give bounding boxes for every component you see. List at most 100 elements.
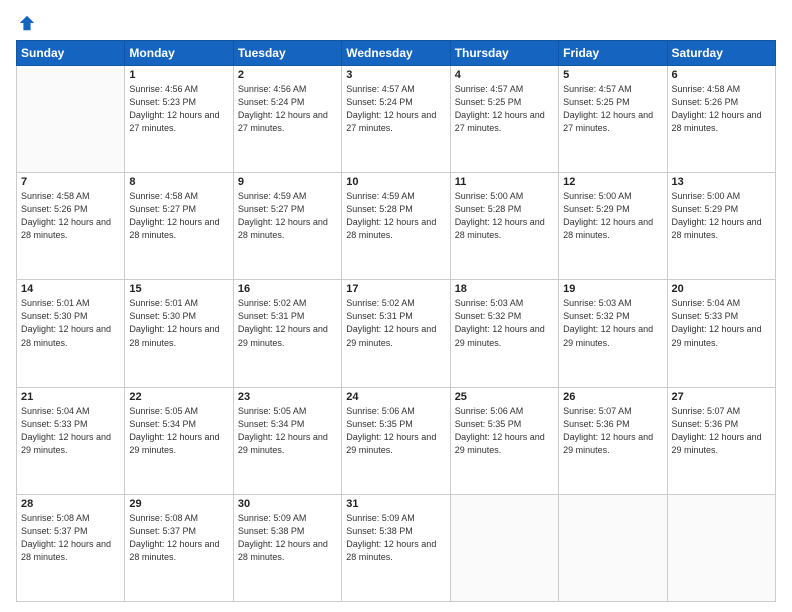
day-number: 11 — [455, 176, 554, 188]
day-info: Sunrise: 5:04 AMSunset: 5:33 PMDaylight:… — [672, 297, 771, 349]
calendar-cell: 21Sunrise: 5:04 AMSunset: 5:33 PMDayligh… — [17, 387, 125, 494]
calendar-cell: 3 Sunrise: 4:57 AMSunset: 5:24 PMDaylight… — [342, 66, 450, 173]
day-number: 15 — [129, 283, 228, 295]
day-number: 13 — [672, 176, 771, 188]
day-info: Sunrise: 5:00 AMSunset: 5:29 PMDaylight:… — [672, 190, 771, 242]
day-number: 29 — [129, 498, 228, 510]
calendar-cell: 18 Sunrise: 5:03 AMSunset: 5:32 PMDayligh… — [450, 280, 558, 387]
day-number: 1 — [129, 69, 228, 81]
day-number: 14 — [21, 283, 120, 295]
week-row-1: 1 Sunrise: 4:56 AMSunset: 5:23 PMDaylight… — [17, 66, 776, 173]
logo-icon — [18, 14, 36, 32]
calendar-cell — [559, 494, 667, 601]
calendar-cell: 31Sunrise: 5:09 AMSunset: 5:38 PMDayligh… — [342, 494, 450, 601]
calendar-cell: 1 Sunrise: 4:56 AMSunset: 5:23 PMDaylight… — [125, 66, 233, 173]
day-info: Sunrise: 5:03 AMSunset: 5:32 PMDaylight:… — [455, 297, 554, 349]
calendar-cell: 6Sunrise: 4:58 AMSunset: 5:26 PMDaylight… — [667, 66, 775, 173]
day-info: Sunrise: 5:01 AMSunset: 5:30 PMDaylight:… — [21, 297, 120, 349]
day-info: Sunrise: 5:04 AMSunset: 5:33 PMDaylight:… — [21, 405, 120, 457]
day-number: 16 — [238, 283, 337, 295]
calendar-cell: 8 Sunrise: 4:58 AMSunset: 5:27 PMDaylight… — [125, 173, 233, 280]
day-number: 9 — [238, 176, 337, 188]
calendar-cell: 28 Sunrise: 5:08 AMSunset: 5:37 PMDayligh… — [17, 494, 125, 601]
col-header-tuesday: Tuesday — [233, 41, 341, 66]
calendar-cell: 26 Sunrise: 5:07 AMSunset: 5:36 PMDayligh… — [559, 387, 667, 494]
day-info: Sunrise: 4:57 AMSunset: 5:24 PMDaylight:… — [346, 83, 445, 135]
day-info: Sunrise: 5:08 AMSunset: 5:37 PMDaylight:… — [21, 512, 120, 564]
calendar-cell: 27 Sunrise: 5:07 AMSunset: 5:36 PMDayligh… — [667, 387, 775, 494]
calendar-cell: 5Sunrise: 4:57 AMSunset: 5:25 PMDaylight… — [559, 66, 667, 173]
day-info: Sunrise: 4:56 AMSunset: 5:23 PMDaylight:… — [129, 83, 228, 135]
day-info: Sunrise: 4:58 AMSunset: 5:26 PMDaylight:… — [672, 83, 771, 135]
day-info: Sunrise: 5:08 AMSunset: 5:37 PMDaylight:… — [129, 512, 228, 564]
calendar-cell — [450, 494, 558, 601]
col-header-thursday: Thursday — [450, 41, 558, 66]
calendar-table: SundayMondayTuesdayWednesdayThursdayFrid… — [16, 40, 776, 602]
calendar-cell: 11 Sunrise: 5:00 AMSunset: 5:28 PMDayligh… — [450, 173, 558, 280]
logo — [16, 14, 36, 32]
header — [16, 14, 776, 32]
calendar-cell: 14 Sunrise: 5:01 AMSunset: 5:30 PMDayligh… — [17, 280, 125, 387]
day-info: Sunrise: 5:00 AMSunset: 5:28 PMDaylight:… — [455, 190, 554, 242]
day-number: 3 — [346, 69, 445, 81]
day-info: Sunrise: 5:02 AMSunset: 5:31 PMDaylight:… — [346, 297, 445, 349]
day-number: 22 — [129, 391, 228, 403]
week-row-3: 14 Sunrise: 5:01 AMSunset: 5:30 PMDayligh… — [17, 280, 776, 387]
day-number: 25 — [455, 391, 554, 403]
col-header-sunday: Sunday — [17, 41, 125, 66]
day-number: 18 — [455, 283, 554, 295]
calendar-cell — [667, 494, 775, 601]
day-info: Sunrise: 5:05 AMSunset: 5:34 PMDaylight:… — [129, 405, 228, 457]
day-number: 23 — [238, 391, 337, 403]
calendar-cell: 16 Sunrise: 5:02 AMSunset: 5:31 PMDayligh… — [233, 280, 341, 387]
day-number: 26 — [563, 391, 662, 403]
day-number: 8 — [129, 176, 228, 188]
calendar-cell: 13 Sunrise: 5:00 AMSunset: 5:29 PMDayligh… — [667, 173, 775, 280]
calendar-cell: 9 Sunrise: 4:59 AMSunset: 5:27 PMDaylight… — [233, 173, 341, 280]
calendar-cell: 10 Sunrise: 4:59 AMSunset: 5:28 PMDayligh… — [342, 173, 450, 280]
day-info: Sunrise: 5:07 AMSunset: 5:36 PMDaylight:… — [672, 405, 771, 457]
day-number: 12 — [563, 176, 662, 188]
calendar-cell: 22 Sunrise: 5:05 AMSunset: 5:34 PMDayligh… — [125, 387, 233, 494]
day-number: 4 — [455, 69, 554, 81]
day-info: Sunrise: 5:09 AMSunset: 5:38 PMDaylight:… — [238, 512, 337, 564]
day-info: Sunrise: 4:59 AMSunset: 5:28 PMDaylight:… — [346, 190, 445, 242]
calendar-cell: 12 Sunrise: 5:00 AMSunset: 5:29 PMDayligh… — [559, 173, 667, 280]
week-row-4: 21Sunrise: 5:04 AMSunset: 5:33 PMDayligh… — [17, 387, 776, 494]
day-number: 19 — [563, 283, 662, 295]
day-info: Sunrise: 5:06 AMSunset: 5:35 PMDaylight:… — [455, 405, 554, 457]
day-info: Sunrise: 5:03 AMSunset: 5:32 PMDaylight:… — [563, 297, 662, 349]
day-number: 7 — [21, 176, 120, 188]
day-info: Sunrise: 5:01 AMSunset: 5:30 PMDaylight:… — [129, 297, 228, 349]
calendar-cell: 23 Sunrise: 5:05 AMSunset: 5:34 PMDayligh… — [233, 387, 341, 494]
day-number: 24 — [346, 391, 445, 403]
col-header-friday: Friday — [559, 41, 667, 66]
calendar-cell: 19 Sunrise: 5:03 AMSunset: 5:32 PMDayligh… — [559, 280, 667, 387]
day-info: Sunrise: 5:02 AMSunset: 5:31 PMDaylight:… — [238, 297, 337, 349]
day-number: 31 — [346, 498, 445, 510]
col-header-saturday: Saturday — [667, 41, 775, 66]
day-number: 30 — [238, 498, 337, 510]
week-row-2: 7 Sunrise: 4:58 AMSunset: 5:26 PMDaylight… — [17, 173, 776, 280]
page: SundayMondayTuesdayWednesdayThursdayFrid… — [0, 0, 792, 612]
day-number: 17 — [346, 283, 445, 295]
day-info: Sunrise: 4:58 AMSunset: 5:26 PMDaylight:… — [21, 190, 120, 242]
calendar-cell: 2Sunrise: 4:56 AMSunset: 5:24 PMDaylight… — [233, 66, 341, 173]
calendar-cell: 4 Sunrise: 4:57 AMSunset: 5:25 PMDaylight… — [450, 66, 558, 173]
day-number: 27 — [672, 391, 771, 403]
day-number: 10 — [346, 176, 445, 188]
day-info: Sunrise: 5:06 AMSunset: 5:35 PMDaylight:… — [346, 405, 445, 457]
day-info: Sunrise: 5:07 AMSunset: 5:36 PMDaylight:… — [563, 405, 662, 457]
calendar-cell: 7 Sunrise: 4:58 AMSunset: 5:26 PMDaylight… — [17, 173, 125, 280]
day-number: 20 — [672, 283, 771, 295]
day-info: Sunrise: 4:57 AMSunset: 5:25 PMDaylight:… — [563, 83, 662, 135]
day-info: Sunrise: 5:00 AMSunset: 5:29 PMDaylight:… — [563, 190, 662, 242]
day-info: Sunrise: 4:56 AMSunset: 5:24 PMDaylight:… — [238, 83, 337, 135]
day-number: 28 — [21, 498, 120, 510]
day-info: Sunrise: 5:05 AMSunset: 5:34 PMDaylight:… — [238, 405, 337, 457]
day-info: Sunrise: 4:58 AMSunset: 5:27 PMDaylight:… — [129, 190, 228, 242]
calendar-cell: 15 Sunrise: 5:01 AMSunset: 5:30 PMDayligh… — [125, 280, 233, 387]
calendar-cell: 20 Sunrise: 5:04 AMSunset: 5:33 PMDayligh… — [667, 280, 775, 387]
day-info: Sunrise: 4:57 AMSunset: 5:25 PMDaylight:… — [455, 83, 554, 135]
day-info: Sunrise: 4:59 AMSunset: 5:27 PMDaylight:… — [238, 190, 337, 242]
